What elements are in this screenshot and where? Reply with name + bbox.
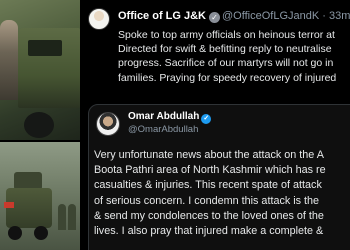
tweet-header: Office of LG J&K ✓ @OfficeOfLGJandK · 33m [118,10,350,23]
armored-vehicle-photo [0,142,80,250]
tweet-timestamp[interactable]: · 33m [322,10,350,22]
verified-badge-icon: ✓ [209,12,221,23]
quoted-author-name[interactable]: Omar Abdullah ✓ [128,111,212,124]
news-photo-collage [0,0,80,250]
quoted-tweet-text: Very unfortunate news about the attack o… [94,149,326,238]
avatar[interactable] [96,112,120,136]
main-tweet: Office of LG J&K ✓ @OfficeOfLGJandK · 33m … [80,0,350,108]
author-handle[interactable]: @OfficeOfLGJandK [222,10,319,22]
army-vehicle-photo [0,0,80,140]
tweet-screenshot: Office of LG J&K ✓ @OfficeOfLGJandK · 33m … [80,0,350,250]
tweet-text: Spoke to top army officials on heinous t… [118,29,337,84]
author-name[interactable]: Office of LG J&K [118,10,206,22]
verified-badge-icon: ✓ [201,114,212,124]
avatar[interactable] [88,8,110,30]
quoted-author-handle[interactable]: @OmarAbdullah [128,124,198,135]
